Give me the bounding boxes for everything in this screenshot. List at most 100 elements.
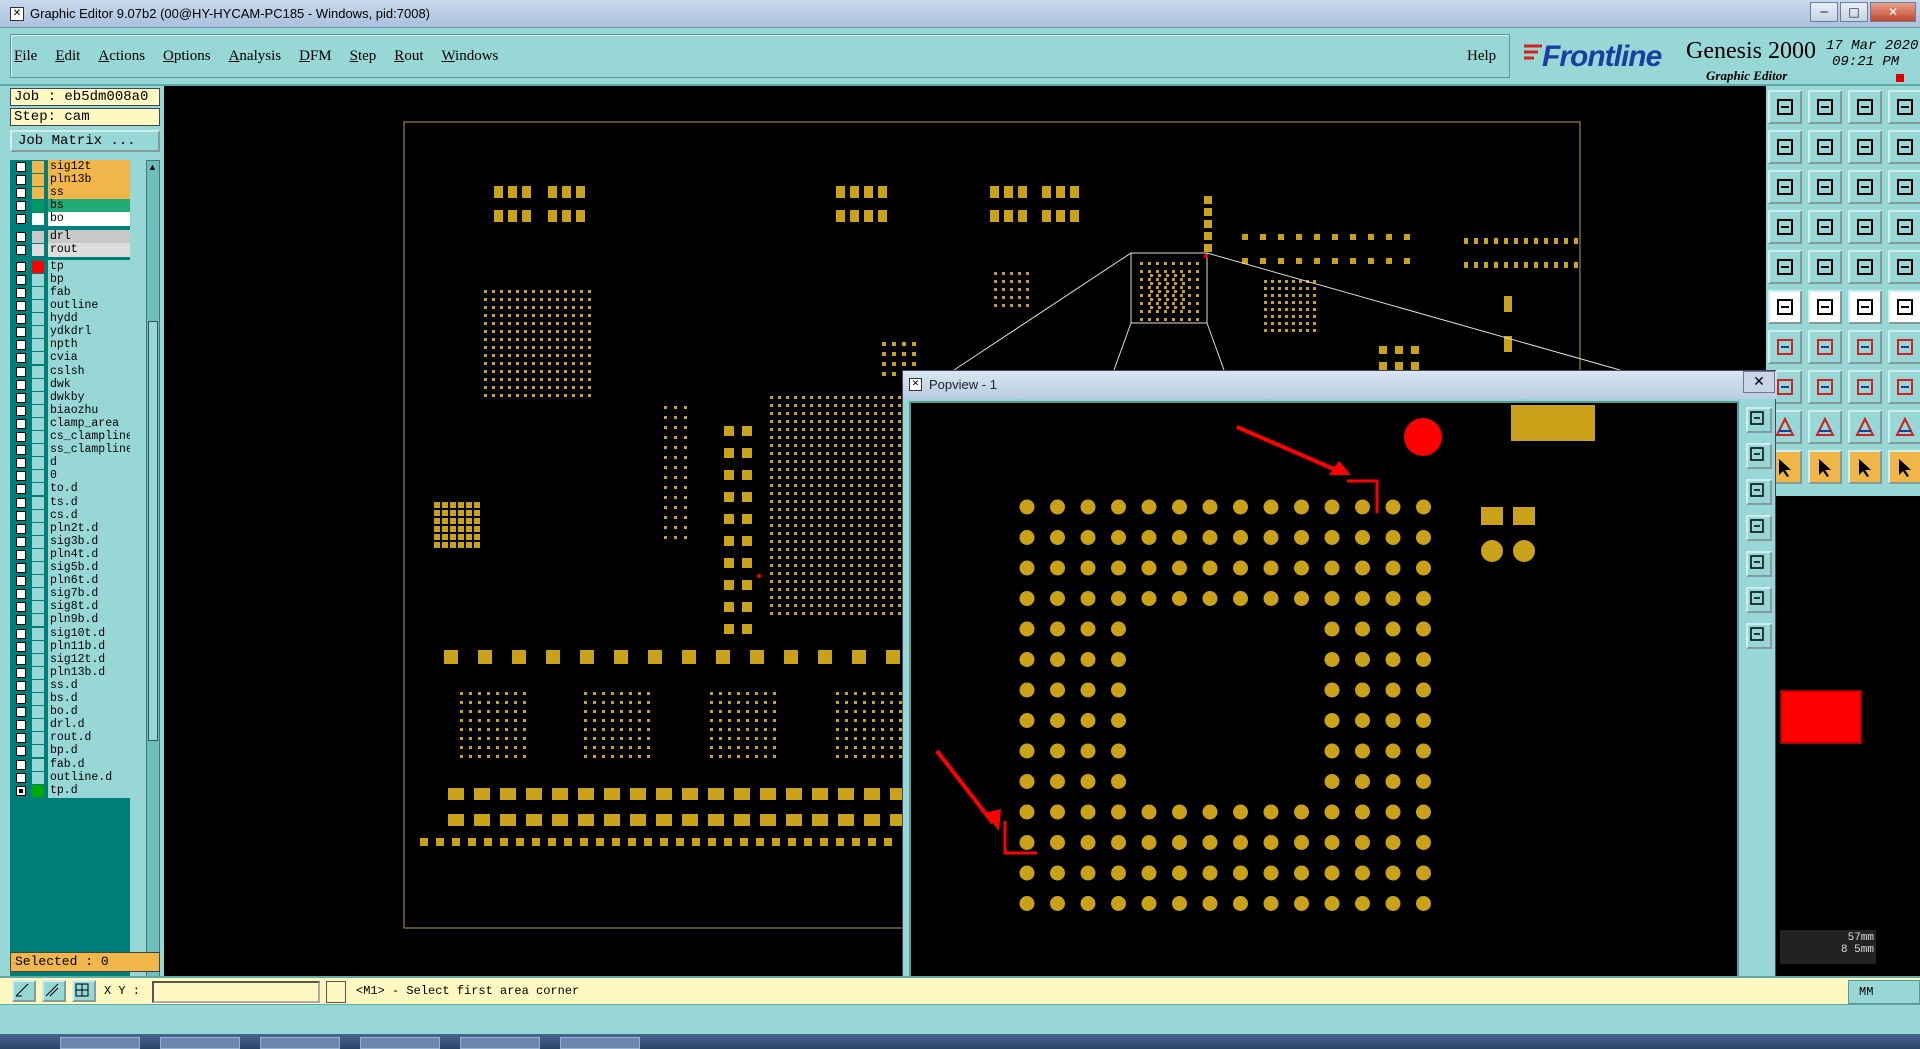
- layer-color-swatch[interactable]: [32, 758, 44, 771]
- layer-color-swatch[interactable]: [32, 784, 44, 797]
- snap-button[interactable]: [12, 980, 36, 1002]
- tool-button[interactable]: [1888, 130, 1920, 164]
- layer-checkbox[interactable]: [16, 694, 26, 704]
- menu-dfm[interactable]: DFM: [299, 48, 332, 65]
- layer-color-swatch[interactable]: [32, 365, 44, 378]
- tool-button[interactable]: [1808, 90, 1842, 124]
- layer-row[interactable]: pln13b.d: [10, 665, 130, 680]
- layer-checkbox[interactable]: [16, 563, 26, 573]
- layer-row[interactable]: 0: [10, 469, 130, 484]
- layer-name[interactable]: rout.d: [48, 731, 130, 746]
- layer-name[interactable]: cs.d: [48, 508, 130, 523]
- layer-name[interactable]: pln4t.d: [48, 547, 130, 562]
- menu-options[interactable]: Options: [163, 48, 211, 65]
- menu-windows[interactable]: Windows: [441, 48, 498, 65]
- scroll-thumb[interactable]: [148, 321, 158, 741]
- layer-checkbox[interactable]: [16, 510, 26, 521]
- layer-name[interactable]: bs: [48, 199, 130, 214]
- layer-row[interactable]: ss.d: [10, 678, 130, 693]
- layer-color-swatch[interactable]: [32, 187, 44, 200]
- layer-checkbox[interactable]: [16, 615, 26, 626]
- layer-color-swatch[interactable]: [32, 522, 44, 535]
- tool-button[interactable]: [1888, 330, 1920, 364]
- layer-checkbox[interactable]: [16, 720, 26, 731]
- taskbar-item[interactable]: [560, 1037, 640, 1049]
- layer-name[interactable]: bs.d: [48, 692, 130, 706]
- layer-color-swatch[interactable]: [32, 300, 44, 312]
- layer-checkbox[interactable]: [16, 576, 26, 587]
- layer-checkbox[interactable]: [16, 628, 26, 639]
- units-selector[interactable]: MM: [1848, 980, 1920, 1004]
- layer-row[interactable]: fab: [10, 285, 130, 300]
- layer-row[interactable]: bo: [10, 212, 130, 227]
- tool-button[interactable]: [1808, 330, 1842, 364]
- layer-row[interactable]: pln11b.d: [10, 639, 130, 654]
- layer-row[interactable]: cs_clampline: [10, 430, 130, 444]
- layer-checkbox[interactable]: [16, 432, 26, 442]
- layer-color-swatch[interactable]: [32, 601, 44, 614]
- layer-row[interactable]: pln2t.d: [10, 521, 130, 536]
- tool-button[interactable]: [1768, 170, 1802, 204]
- layer-row[interactable]: sig12t.d: [10, 652, 130, 667]
- layer-color-swatch[interactable]: [32, 666, 44, 679]
- tool-button[interactable]: [1888, 170, 1920, 204]
- xy-input[interactable]: [152, 981, 320, 1003]
- help-menu[interactable]: Help: [1467, 48, 1496, 65]
- taskbar-item[interactable]: [260, 1037, 340, 1049]
- layer-row[interactable]: cs.d: [10, 508, 130, 523]
- layer-scrollbar[interactable]: ▲: [146, 160, 160, 1002]
- layer-name[interactable]: 0: [48, 469, 130, 484]
- layer-row[interactable]: npth: [10, 338, 130, 353]
- layer-color-swatch[interactable]: [32, 313, 44, 326]
- layer-row[interactable]: ss_clampline: [10, 443, 130, 458]
- layer-color-swatch[interactable]: [32, 693, 44, 705]
- layer-color-swatch[interactable]: [32, 404, 44, 417]
- layer-row[interactable]: ts.d: [10, 495, 130, 510]
- tool-button[interactable]: [1768, 210, 1802, 244]
- layer-color-swatch[interactable]: [32, 339, 44, 352]
- layer-name[interactable]: tp: [48, 259, 130, 274]
- layer-checkbox[interactable]: [16, 497, 26, 508]
- layer-checkbox[interactable]: [16, 680, 26, 691]
- layer-color-swatch[interactable]: [32, 562, 44, 574]
- job-matrix-button[interactable]: Job Matrix ...: [10, 130, 160, 152]
- layer-checkbox[interactable]: [16, 458, 26, 469]
- layer-color-swatch[interactable]: [32, 470, 44, 483]
- layer-color-swatch[interactable]: [32, 161, 44, 173]
- layer-row[interactable]: dwkby: [10, 390, 130, 405]
- layer-checkbox[interactable]: [16, 641, 26, 652]
- layer-name[interactable]: to.d: [48, 482, 130, 497]
- layer-checkbox[interactable]: [16, 772, 26, 783]
- layer-checkbox[interactable]: [16, 188, 26, 199]
- layer-name[interactable]: cslsh: [48, 364, 130, 379]
- layer-checkbox[interactable]: [16, 244, 26, 255]
- layer-checkbox[interactable]: [16, 314, 26, 325]
- layer-color-swatch[interactable]: [32, 286, 44, 299]
- layer-color-swatch[interactable]: [32, 417, 44, 430]
- layer-name[interactable]: ts.d: [48, 495, 130, 510]
- layer-name[interactable]: pln13b: [48, 173, 130, 188]
- layer-color-swatch[interactable]: [32, 679, 44, 692]
- layer-checkbox[interactable]: [16, 654, 26, 665]
- layer-row[interactable]: sig7b.d: [10, 587, 130, 602]
- close-button[interactable]: ✕: [1870, 2, 1916, 22]
- layer-color-swatch[interactable]: [32, 200, 44, 213]
- layer-name[interactable]: dwk: [48, 377, 130, 392]
- layer-row[interactable]: clamp_area: [10, 416, 130, 431]
- menu-file[interactable]: File: [14, 48, 37, 65]
- layer-checkbox[interactable]: [16, 379, 26, 390]
- layer-checkbox[interactable]: [16, 392, 26, 403]
- popview-tool-button[interactable]: [1746, 551, 1772, 577]
- popview-tool-button[interactable]: [1746, 407, 1772, 433]
- layer-name[interactable]: sig10t.d: [48, 626, 130, 641]
- layer-row[interactable]: pln9b.d: [10, 613, 130, 628]
- layer-name[interactable]: bo: [48, 212, 130, 227]
- minimize-button[interactable]: ─: [1810, 2, 1838, 22]
- layer-name[interactable]: pln2t.d: [48, 521, 130, 536]
- layer-name[interactable]: ss: [48, 186, 130, 201]
- layer-row[interactable]: cslsh: [10, 364, 130, 379]
- layer-row[interactable]: bs: [10, 199, 130, 214]
- layer-color-swatch[interactable]: [32, 391, 44, 404]
- layer-name[interactable]: drl.d: [48, 718, 130, 733]
- layer-checkbox[interactable]: [16, 523, 26, 534]
